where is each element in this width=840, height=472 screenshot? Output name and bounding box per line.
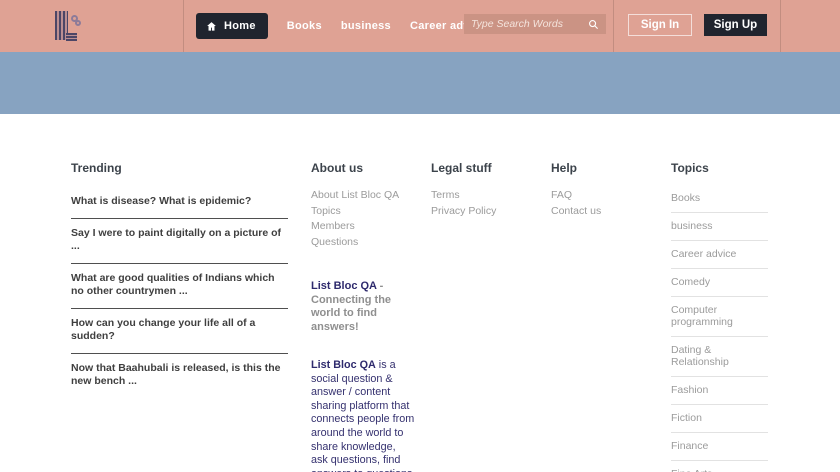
topic-link[interactable]: Computer programming bbox=[671, 297, 768, 337]
topic-link[interactable]: business bbox=[671, 213, 768, 241]
trending-link[interactable]: How can you change your life all of a su… bbox=[71, 309, 288, 354]
footer-col-about: About us About List Bloc QA Topics Membe… bbox=[311, 161, 415, 472]
trending-link[interactable]: Say I were to paint digitally on a pictu… bbox=[71, 219, 288, 264]
search-icon[interactable] bbox=[588, 19, 599, 30]
sign-in-button[interactable]: Sign In bbox=[628, 14, 692, 36]
logo-l-foot bbox=[66, 33, 77, 41]
site-logo[interactable] bbox=[55, 11, 81, 41]
help-link[interactable]: FAQ bbox=[551, 188, 651, 204]
topic-link[interactable]: Books bbox=[671, 188, 768, 213]
trending-link[interactable]: Now that Baahubali is released, is this … bbox=[71, 354, 288, 398]
brand-description: List Bloc QA is a social question & answ… bbox=[311, 359, 415, 472]
header-divider bbox=[183, 0, 184, 52]
topic-link[interactable]: Dating & Relationship bbox=[671, 337, 768, 377]
header-divider bbox=[613, 0, 614, 52]
brand-name: List Bloc QA bbox=[311, 280, 377, 292]
search-input[interactable] bbox=[471, 18, 588, 30]
topic-link[interactable]: Career advice bbox=[671, 241, 768, 269]
sign-up-button[interactable]: Sign Up bbox=[704, 14, 767, 36]
search-box bbox=[464, 14, 606, 34]
legal-link[interactable]: Terms bbox=[431, 188, 531, 204]
help-link[interactable]: Contact us bbox=[551, 204, 651, 220]
legal-link[interactable]: Privacy Policy bbox=[431, 204, 531, 220]
logo-gear-icon bbox=[75, 20, 81, 26]
home-icon bbox=[207, 21, 216, 31]
footer: Trending What is disease? What is epidem… bbox=[0, 114, 840, 472]
hero-band bbox=[0, 52, 840, 114]
brand-tagline: List Bloc QA - Connecting the world to f… bbox=[311, 280, 415, 334]
topic-link[interactable]: Comedy bbox=[671, 269, 768, 297]
brand-description-text: is a social question & answer / content … bbox=[311, 359, 415, 472]
nav-home-label: Home bbox=[224, 20, 256, 32]
topic-link[interactable]: Fine Arts bbox=[671, 461, 768, 472]
footer-col-trending: Trending What is disease? What is epidem… bbox=[71, 161, 288, 398]
topic-link[interactable]: Finance bbox=[671, 433, 768, 461]
footer-col-legal: Legal stuff Terms Privacy Policy bbox=[431, 161, 531, 219]
topic-link[interactable]: Fashion bbox=[671, 377, 768, 405]
about-link[interactable]: Members bbox=[311, 219, 415, 235]
help-title: Help bbox=[551, 161, 578, 175]
about-link[interactable]: About List Bloc QA bbox=[311, 188, 415, 204]
about-link[interactable]: Topics bbox=[311, 204, 415, 220]
topics-title: Topics bbox=[671, 161, 709, 175]
brand-name: List Bloc QA bbox=[311, 359, 376, 371]
footer-col-help: Help FAQ Contact us bbox=[551, 161, 651, 219]
top-navbar: Home Books business Career advice Sign I… bbox=[0, 0, 840, 52]
nav-item-business[interactable]: business bbox=[341, 20, 391, 32]
trending-title: Trending bbox=[71, 161, 122, 175]
about-link[interactable]: Questions bbox=[311, 235, 415, 251]
nav-item-home[interactable]: Home bbox=[196, 13, 268, 39]
trending-link[interactable]: What are good qualities of Indians which… bbox=[71, 264, 288, 309]
about-title: About us bbox=[311, 161, 363, 175]
main-nav: Home Books business Career advice bbox=[196, 0, 486, 52]
header-divider bbox=[780, 0, 781, 52]
legal-title: Legal stuff bbox=[431, 161, 492, 175]
nav-item-books[interactable]: Books bbox=[287, 20, 322, 32]
topic-link[interactable]: Fiction bbox=[671, 405, 768, 433]
footer-col-topics: Topics Books business Career advice Come… bbox=[671, 161, 768, 472]
trending-link[interactable]: What is disease? What is epidemic? bbox=[71, 188, 288, 219]
